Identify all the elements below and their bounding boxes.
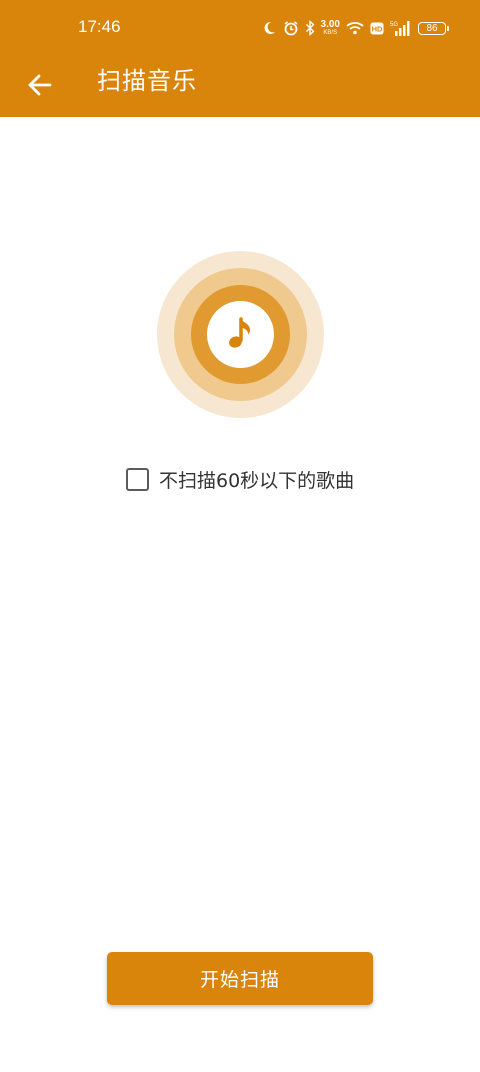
skip-short-songs-option[interactable]: 不扫描60秒以下的歌曲: [126, 465, 354, 493]
network-speed: 3.00 KB/S: [320, 19, 340, 37]
status-bar: 17:46 3.00 KB/S HD 5G 86: [0, 0, 480, 55]
skip-short-songs-label: 不扫描60秒以下的歌曲: [159, 469, 355, 492]
back-button[interactable]: [22, 67, 58, 103]
arrow-left-icon: [28, 74, 52, 96]
hd-icon: HD: [370, 22, 384, 34]
page-title: 扫描音乐: [97, 67, 197, 95]
battery-level: 86: [426, 22, 438, 34]
scan-animation: [157, 251, 324, 418]
signal-icon: 5G: [390, 21, 410, 36]
network-label: 5G: [390, 22, 398, 28]
speed-value: 3.00: [320, 19, 340, 30]
app-bar: 扫描音乐: [0, 55, 480, 117]
skip-short-songs-checkbox[interactable]: [126, 467, 149, 491]
hd-label: HD: [372, 24, 383, 33]
alarm-icon: [284, 21, 298, 36]
music-note-badge: [207, 301, 274, 368]
moon-icon: [264, 21, 275, 34]
music-note-icon: [228, 316, 250, 348]
speed-unit: KB/S: [323, 30, 338, 36]
bluetooth-icon: [305, 20, 315, 36]
wifi-icon: [346, 22, 364, 35]
battery-icon: 86: [418, 21, 449, 35]
status-icons: 3.00 KB/S HD 5G 86: [261, 18, 449, 38]
status-time: 17:46: [78, 17, 121, 36]
start-scan-button[interactable]: 开始扫描: [107, 952, 373, 1005]
